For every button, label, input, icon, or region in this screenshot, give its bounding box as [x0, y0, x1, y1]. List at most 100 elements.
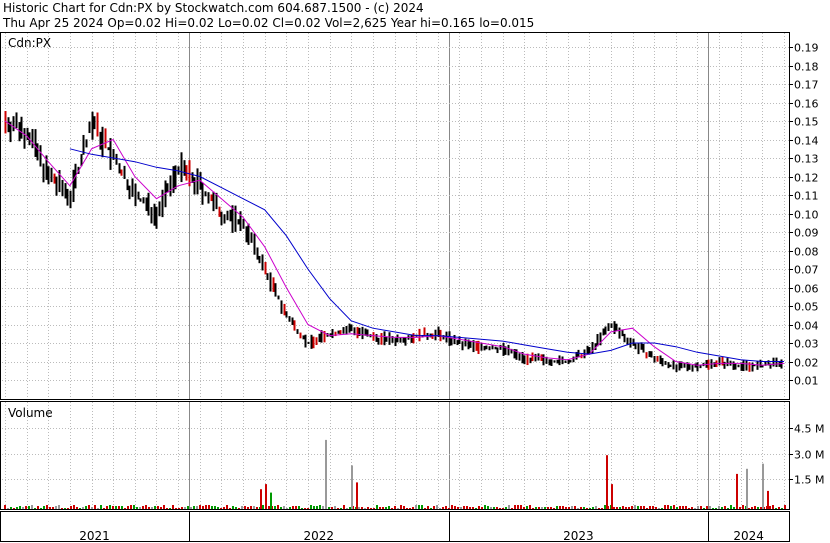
volume-bar: [421, 505, 423, 509]
volume-bar: [589, 508, 591, 509]
volume-bar: [223, 507, 225, 509]
volume-bar: [424, 508, 426, 509]
volume-bar: [7, 508, 9, 509]
volume-bar: [709, 506, 711, 509]
volume-bar: [746, 468, 748, 509]
volume-bar: [94, 505, 96, 509]
volume-bar: [364, 508, 366, 509]
volume-bar: [397, 508, 399, 509]
volume-bar: [625, 507, 627, 509]
volume-bar: [415, 505, 417, 509]
volume-bar: [478, 506, 480, 509]
volume-bar: [433, 506, 435, 509]
volume-bar: [451, 505, 453, 509]
volume-bar: [319, 505, 321, 509]
volume-bar: [670, 506, 672, 509]
volume-bar: [781, 508, 783, 509]
volume-bar: [442, 507, 444, 509]
volume-bar: [298, 506, 300, 509]
volume-bar: [199, 505, 201, 509]
volume-bar: [712, 508, 714, 509]
volume-bar: [502, 508, 504, 509]
volume-bar: [88, 505, 90, 509]
volume-bar: [238, 508, 240, 509]
volume-bar: [553, 508, 555, 509]
volume-bar: [25, 506, 27, 509]
volume-bar: [260, 489, 262, 509]
volume-bar: [391, 508, 393, 509]
volume-bar: [67, 508, 69, 509]
volume-bar: [775, 508, 777, 509]
volume-bar: [351, 465, 353, 509]
volume-bar: [361, 507, 363, 509]
volume-bar: [22, 507, 24, 509]
volume-bar: [772, 505, 774, 509]
volume-bar: [679, 506, 681, 509]
volume-bar: [430, 508, 432, 509]
volume-bar: [439, 508, 441, 509]
volume-bar: [28, 506, 30, 509]
volume-bar: [142, 506, 144, 509]
volume-bar: [10, 507, 12, 509]
volume-bar: [664, 505, 666, 509]
volume-bar: [292, 506, 294, 509]
volume-bar: [460, 507, 462, 509]
volume-bar: [445, 506, 447, 509]
volume-bar: [136, 507, 138, 509]
volume-bar: [265, 484, 267, 509]
volume-bar: [754, 506, 756, 509]
volume-bar: [55, 506, 57, 509]
volume-bar: [280, 507, 282, 509]
volume-bar: [247, 507, 249, 509]
volume-bar: [532, 508, 534, 509]
volume-bar: [733, 507, 735, 509]
volume-bar: [289, 507, 291, 509]
volume-bar: [682, 506, 684, 509]
volume-axis: 4.5 M 3.0 M 1.5 M: [789, 423, 824, 487]
volume-bar: [472, 507, 474, 509]
volume-bar: [82, 507, 84, 509]
volume-bar: [244, 506, 246, 509]
volume-bar: [529, 505, 531, 509]
volume-bar: [262, 505, 264, 509]
volume-bar: [574, 506, 576, 509]
volume-bar: [277, 505, 279, 509]
volume-bar: [611, 484, 613, 509]
volume-bar: [349, 507, 351, 509]
volume-bar: [331, 507, 333, 509]
volume-bar: [514, 505, 516, 509]
volume-bar: [736, 473, 738, 509]
volume-bar: [172, 505, 174, 509]
volume-bar: [547, 507, 549, 509]
volume-bar: [700, 506, 702, 509]
year-label: 2021: [79, 529, 110, 543]
year-label: 2022: [303, 529, 334, 543]
volume-bar: [739, 507, 741, 509]
volume-bar: [457, 507, 459, 509]
volume-bar: [637, 506, 639, 509]
price-tick-label: 0.02: [794, 357, 819, 370]
volume-bar: [310, 505, 312, 509]
volume-bar: [706, 506, 708, 509]
volume-bar: [31, 505, 33, 509]
volume-bar: [481, 507, 483, 509]
volume-bar: [106, 506, 108, 509]
volume-bar: [145, 505, 147, 509]
volume-bar: [767, 490, 769, 509]
price-tick-label: 0.14: [794, 135, 819, 148]
volume-bar: [40, 508, 42, 509]
volume-bar: [166, 508, 168, 509]
volume-bar: [463, 506, 465, 509]
volume-bar: [724, 506, 726, 509]
volume-bar: [565, 507, 567, 509]
volume-bar: [595, 506, 597, 509]
volume-bar: [253, 506, 255, 509]
volume-bar: [469, 507, 471, 509]
volume-bar: [283, 506, 285, 509]
volume-bar: [496, 507, 498, 509]
volume-bar: [448, 508, 450, 509]
volume-bar: [778, 507, 780, 509]
volume-bar: [286, 508, 288, 509]
volume-bar: [379, 507, 381, 509]
volume-bar: [196, 506, 198, 509]
